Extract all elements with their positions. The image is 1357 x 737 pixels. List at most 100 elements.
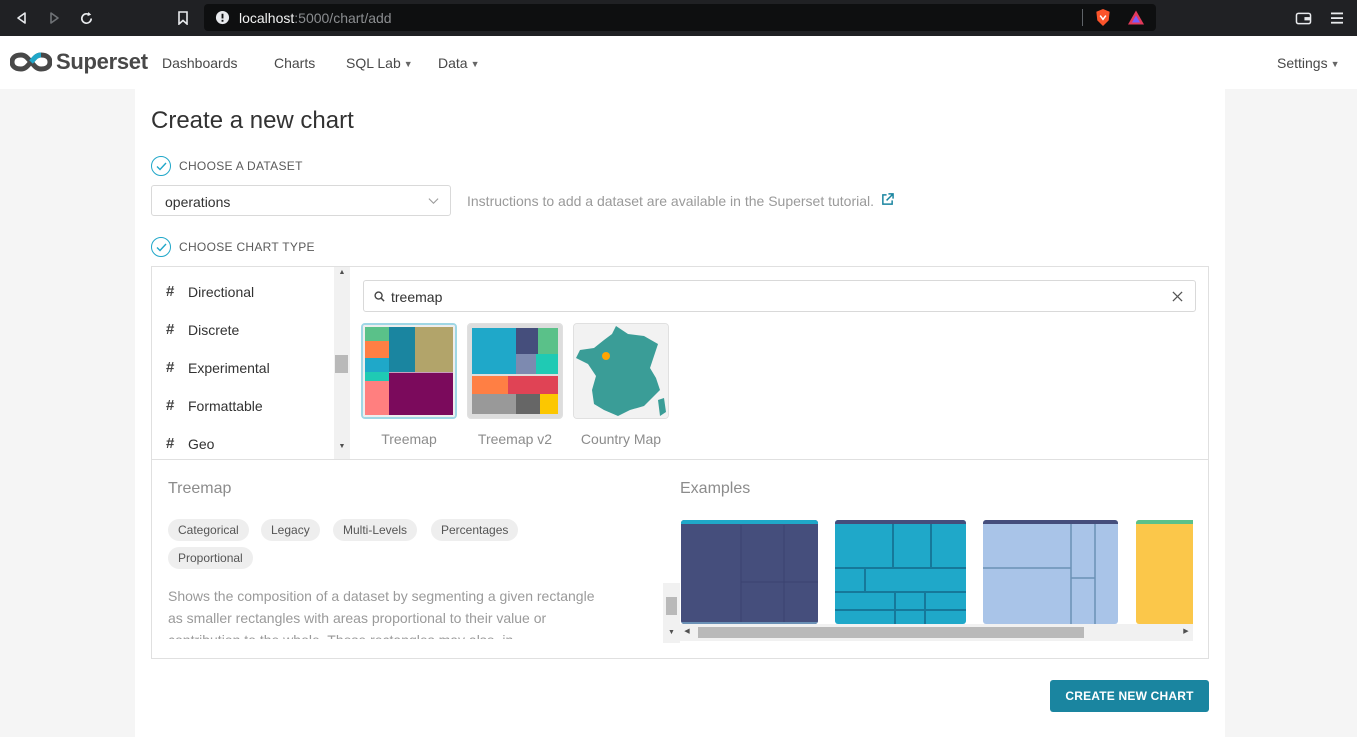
scrollbar-thumb[interactable] [335,355,348,373]
example-image-3[interactable] [983,520,1118,624]
page-title: Create a new chart [151,107,354,134]
back-icon[interactable] [11,7,33,29]
example-image-1[interactable] [681,520,818,624]
address-bar[interactable]: localhost:5000/chart/add [204,4,1156,31]
category-scrollbar[interactable]: ▲ ▼ [334,267,350,459]
chart-type-treemap-v2[interactable]: Treemap v2 [467,323,563,447]
category-label: Geo [188,435,215,452]
category-item-discrete[interactable]: # Discrete [166,321,239,338]
check-circle-icon [151,237,171,257]
app-navbar: Superset Dashboards Charts SQL Lab ▼ Data… [0,36,1357,89]
chart-description: Shows the composition of a dataset by se… [168,588,595,639]
browser-toolbar: localhost:5000/chart/add [0,0,1357,36]
brave-rewards-icon[interactable] [1127,9,1145,26]
check-circle-icon [151,156,171,176]
url-host: localhost [239,10,295,26]
category-label: Experimental [188,359,270,376]
create-new-chart-button[interactable]: CREATE NEW CHART [1050,680,1209,712]
superset-logo[interactable]: Superset [10,49,148,75]
hash-icon: # [166,435,175,452]
examples-vertical-scrollbar[interactable]: ▼ [663,583,680,643]
chart-type-label: Treemap [381,431,437,447]
scroll-up-icon[interactable]: ▲ [334,269,350,283]
examples-title: Examples [680,480,751,497]
nav-data-label: Data [438,55,468,71]
nav-sql-lab-label: SQL Lab [346,55,401,71]
chevron-down-icon [428,198,439,205]
hash-icon: # [166,321,175,338]
nav-dashboards[interactable]: Dashboards [162,55,238,71]
selected-chart-title: Treemap [168,480,232,497]
step-choose-dataset: CHOOSE A DATASET [151,156,303,176]
search-icon [374,291,385,302]
chooser-divider [152,459,1208,460]
examples-gallery: ▼ ◀ ▶ [663,517,1193,643]
scrollbar-thumb[interactable] [698,627,1084,638]
country-map-thumbnail [573,323,669,419]
url-path: :5000/chart/add [294,10,392,26]
caret-down-icon: ▼ [1330,59,1340,69]
bookmark-icon[interactable] [172,7,194,29]
category-item-experimental[interactable]: # Experimental [166,359,270,376]
nav-settings[interactable]: Settings ▼ [1277,55,1340,71]
nav-data[interactable]: Data ▼ [438,55,480,71]
brave-shield-icon[interactable] [1094,8,1112,27]
nav-dashboards-label: Dashboards [162,55,238,71]
treemap-v2-thumbnail [467,323,563,419]
step-label: CHOOSE CHART TYPE [179,240,315,254]
chart-type-label: Country Map [580,431,662,447]
chart-type-treemap[interactable]: Treemap [361,323,457,447]
treemap-thumbnail [361,323,457,419]
hash-icon: # [166,359,175,376]
examples-horizontal-scrollbar[interactable]: ◀ ▶ [680,624,1193,641]
chart-type-label: Treemap v2 [477,431,553,447]
tag-legacy[interactable]: Legacy [261,519,320,541]
forward-icon[interactable] [43,7,65,29]
category-label: Directional [188,283,255,300]
hash-icon: # [166,397,175,414]
menu-icon[interactable] [1326,7,1348,29]
example-image-2[interactable] [835,520,966,624]
create-chart-card: Create a new chart CHOOSE A DATASET oper… [135,89,1225,737]
reload-icon[interactable] [75,7,97,29]
chart-search-input[interactable]: treemap [363,280,1196,312]
dataset-select[interactable]: operations [151,185,451,216]
category-label: Discrete [188,321,240,338]
scroll-right-icon[interactable]: ▶ [1179,627,1193,635]
site-info-icon[interactable] [215,10,230,25]
url-divider [1082,9,1083,26]
step-label: CHOOSE A DATASET [179,159,303,173]
nav-charts[interactable]: Charts [274,55,315,71]
category-list: # Directional # Discrete # Experimental # Fo… [152,267,334,459]
nav-settings-label: Settings [1277,55,1328,71]
tag-percentages[interactable]: Percentages [431,519,519,541]
scroll-down-icon[interactable]: ▼ [334,443,350,457]
tag-multi-levels[interactable]: Multi-Levels [333,519,418,541]
hash-icon: # [166,283,175,300]
chart-type-country-map[interactable]: Country Map [573,323,669,447]
superset-infinity-icon [10,52,52,72]
scroll-left-icon[interactable]: ◀ [680,627,694,635]
chart-type-chooser: # Directional # Discrete # Experimental # Fo… [151,266,1209,659]
category-item-formattable[interactable]: # Formattable [166,397,263,414]
category-item-directional[interactable]: # Directional [166,283,254,300]
scrollbar-thumb[interactable] [666,597,677,615]
external-link-icon[interactable] [881,193,894,206]
caret-down-icon: ▼ [470,59,480,69]
example-image-4[interactable] [1136,520,1193,624]
dataset-instructions: Instructions to add a dataset are availa… [467,193,894,209]
create-button-label: CREATE NEW CHART [1065,689,1194,703]
search-value: treemap [391,289,443,305]
tag-proportional[interactable]: Proportional [168,547,253,569]
wallet-icon[interactable] [1292,7,1314,29]
dataset-instructions-text: Instructions to add a dataset are availa… [467,193,875,209]
clear-icon[interactable] [1172,291,1183,302]
scroll-down-icon[interactable]: ▼ [663,629,680,636]
tag-categorical[interactable]: Categorical [168,519,249,541]
nav-charts-label: Charts [274,55,316,71]
dataset-select-value: operations [165,194,231,210]
url-text: localhost:5000/chart/add [239,10,392,26]
category-label: Formattable [188,397,263,414]
category-item-geo[interactable]: # Geo [166,435,214,452]
nav-sql-lab[interactable]: SQL Lab ▼ [346,55,413,71]
